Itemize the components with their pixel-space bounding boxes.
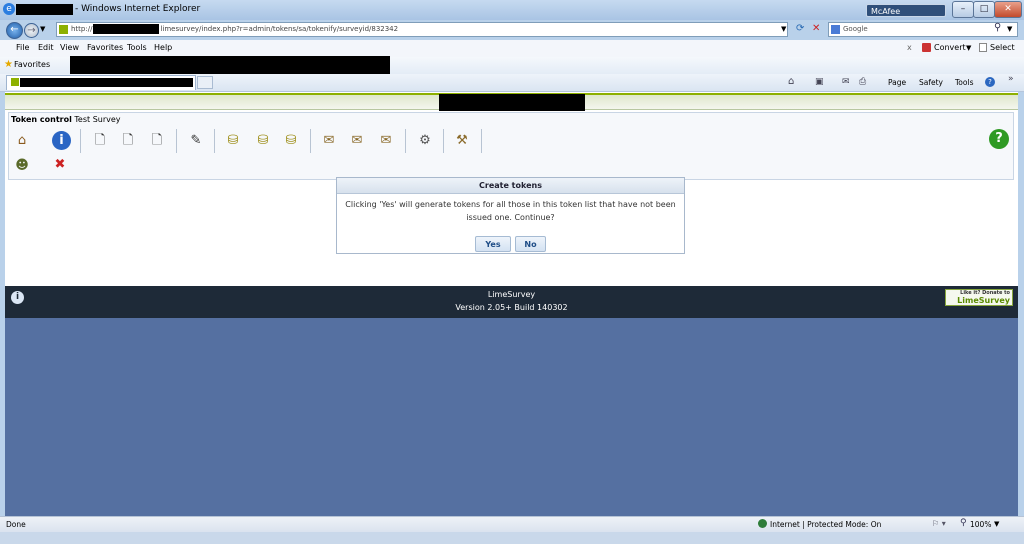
search-input[interactable]: Google: [828, 22, 1018, 37]
toolbar-separator: [310, 129, 311, 153]
zoom-dropdown-icon[interactable]: ▼: [994, 520, 999, 528]
reminder-mail-icon[interactable]: ✉: [347, 131, 367, 151]
close-button[interactable]: ✕: [994, 1, 1022, 18]
page-menu[interactable]: Page: [888, 78, 906, 87]
no-button[interactable]: No: [515, 236, 546, 252]
toolbar-separator: [214, 129, 215, 153]
minimize-button[interactable]: –: [952, 1, 974, 18]
token-management-icon[interactable]: ⚒: [452, 131, 472, 151]
page-icon: [59, 25, 68, 34]
toolbar-separator: [443, 129, 444, 153]
redacted-favorites: [70, 56, 390, 75]
invitation-mail-icon[interactable]: ✉: [319, 131, 339, 151]
home-icon[interactable]: ⌂: [788, 76, 794, 87]
security-zone: Internet | Protected Mode: On: [770, 520, 882, 529]
mail-icon[interactable]: ✉: [842, 77, 850, 87]
info-icon[interactable]: i: [52, 131, 71, 150]
new-document-icon[interactable]: 🗋: [90, 131, 110, 151]
redacted-title: [16, 4, 73, 15]
toolbar-separator: [176, 129, 177, 153]
menu-file[interactable]: File: [16, 43, 29, 52]
refresh-icon[interactable]: ⟳: [796, 23, 804, 34]
chevron-right-icon[interactable]: »: [1008, 74, 1014, 84]
donate-brand: LimeSurvey: [957, 296, 1010, 305]
taskbar-edge: [0, 532, 1024, 544]
survey-name: Test Survey: [74, 115, 121, 124]
stop-icon[interactable]: ✕: [812, 23, 820, 34]
delete-tokens-icon[interactable]: ✖: [50, 155, 70, 175]
google-icon: [831, 25, 840, 34]
donate-button[interactable]: Like it? Donate to LimeSurvey: [945, 289, 1013, 306]
address-dropdown-icon[interactable]: ▼: [781, 25, 786, 33]
help-circle-icon[interactable]: ?: [989, 129, 1009, 149]
redacted-tab-title: [20, 78, 193, 87]
menu-edit[interactable]: Edit: [38, 43, 54, 52]
search-options-icon[interactable]: ▼: [1007, 25, 1012, 33]
tools-document-icon[interactable]: ✎: [186, 131, 206, 151]
url-path: limesurvey/index.php?r=admin/tokens/sa/t…: [160, 25, 399, 33]
convert-icon: [922, 43, 931, 52]
menu-favorites[interactable]: Favorites: [87, 43, 123, 52]
redacted-admin-title: [439, 94, 585, 111]
settings-gear-icon[interactable]: ⚙: [415, 131, 435, 151]
footer-product-name: LimeSurvey: [487, 290, 536, 299]
database-export-icon[interactable]: ⛁: [253, 131, 273, 151]
close-toolbar-icon[interactable]: x: [907, 43, 912, 52]
bounce-mail-icon[interactable]: ✉: [376, 131, 396, 151]
status-text: Done: [6, 520, 26, 529]
participants-icon[interactable]: ☻: [12, 156, 32, 176]
globe-icon: [758, 519, 767, 528]
database-import-icon[interactable]: ⛁: [223, 131, 243, 151]
maximize-button[interactable]: □: [973, 1, 995, 18]
feeds-icon[interactable]: ▣: [815, 77, 824, 87]
menu-tools[interactable]: Tools: [127, 43, 147, 52]
convert-button[interactable]: Convert: [934, 43, 966, 52]
redacted-host: [93, 24, 160, 34]
toolbar-separator: [405, 129, 406, 153]
history-dropdown-icon[interactable]: ▼: [40, 25, 45, 33]
protected-mode-icon[interactable]: ⚐ ▾: [932, 519, 946, 528]
favorites-button[interactable]: Favorites: [14, 60, 50, 69]
page-background: [5, 318, 1018, 516]
footer-version: Version 2.05+ Build 140302: [455, 303, 568, 312]
convert-dropdown-icon[interactable]: ▼: [966, 44, 971, 52]
zoom-level[interactable]: 100%: [970, 520, 991, 529]
back-arrow-icon: ←: [10, 24, 19, 35]
token-control-label: Token control: [11, 115, 72, 124]
new-tab-button[interactable]: [197, 76, 213, 89]
forward-button[interactable]: →: [24, 23, 39, 38]
ie-logo-icon: e: [3, 3, 15, 15]
print-icon[interactable]: ⎙: [859, 77, 866, 87]
favorites-star-icon: ★: [4, 59, 13, 70]
window-title: - Windows Internet Explorer: [75, 4, 201, 14]
help-icon[interactable]: ?: [985, 77, 995, 87]
token-control-title: Token control Test Survey: [11, 115, 121, 124]
address-bar[interactable]: http:// limesurvey/index.php?r=admin/toke…: [56, 22, 788, 37]
document-settings-icon[interactable]: 🗋: [147, 131, 167, 151]
menu-help[interactable]: Help: [154, 43, 172, 52]
tools-menu[interactable]: Tools: [955, 78, 973, 87]
tab-icon: [11, 78, 19, 86]
safety-menu[interactable]: Safety: [919, 78, 943, 87]
yes-button[interactable]: Yes: [475, 236, 511, 252]
forward-arrow-icon: →: [27, 25, 36, 36]
add-document-icon[interactable]: 🗋: [118, 131, 138, 151]
dialog-message: Clicking 'Yes' will generate tokens for …: [345, 200, 676, 222]
dialog-title: Create tokens: [337, 178, 684, 194]
survey-home-icon[interactable]: ⌂: [12, 131, 32, 151]
mcafee-button[interactable]: McAfee: [866, 4, 946, 17]
url-prefix: http://: [71, 25, 93, 33]
database-share-icon[interactable]: ⛁: [281, 131, 301, 151]
select-button[interactable]: Select: [990, 43, 1015, 52]
select-icon: [979, 43, 987, 52]
menu-view[interactable]: View: [60, 43, 79, 52]
toolbar-separator: [481, 129, 482, 153]
back-button[interactable]: ←: [6, 22, 23, 39]
zoom-icon[interactable]: ⚲: [960, 518, 967, 528]
toolbar-separator: [80, 129, 81, 153]
search-icon[interactable]: ⚲: [994, 22, 1001, 33]
